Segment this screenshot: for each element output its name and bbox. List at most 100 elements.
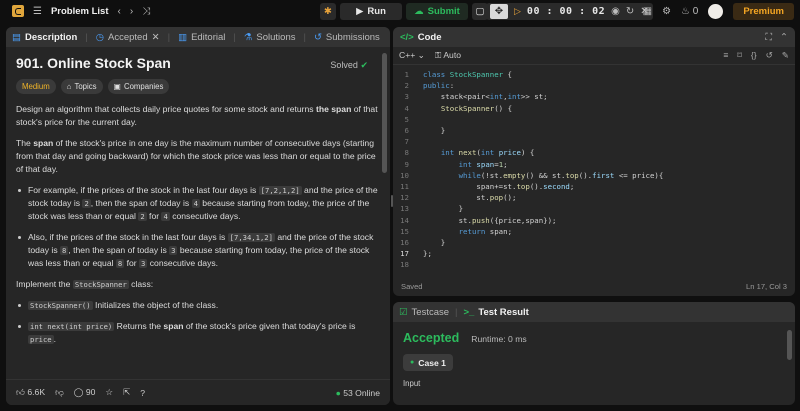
top-bar: ☰ Problem List ‹ › ⤨ ✱ ▶ Run ☁ Submit ▢ ✥ … (0, 0, 800, 22)
pass-dot-icon: ● (410, 359, 415, 366)
code-icon: </> (400, 31, 414, 43)
editor-header: </> Code ⛶ ⌃ (393, 27, 795, 47)
description-scrollbar[interactable] (382, 53, 387, 173)
cloud-upload-icon: ☁ (414, 5, 424, 17)
result-body: Accepted Runtime: 0 ms ● Case 1 Input (393, 322, 795, 397)
document-icon: ▤ (12, 31, 21, 43)
submit-button[interactable]: ☁ Submit (406, 2, 468, 20)
dislike-icon[interactable]: 👎︎ (55, 387, 64, 398)
case-1-tab[interactable]: ● Case 1 (403, 354, 453, 371)
collapse-icon[interactable]: ⌃ (780, 32, 788, 43)
language-select[interactable]: C++ ⌄ (399, 50, 425, 61)
timer: ✥ ▷ 00 : 00 : 02 ◉ ↻ ✕ (486, 2, 653, 20)
auto-mode[interactable]: ⚿ Auto (435, 50, 461, 61)
online-dot-icon: ● (335, 387, 341, 398)
comments-button[interactable]: ◯ 90 (74, 387, 96, 398)
logo-icon[interactable] (12, 5, 24, 17)
debug-button[interactable]: ✱ (320, 2, 336, 20)
input-label: Input (403, 379, 421, 388)
check-circle-icon: ✔ (360, 60, 368, 70)
bookmark-icon[interactable]: ⌑ (737, 50, 741, 61)
problem-description: 901. Online Stock Span Solved ✔ Medium ⌂… (6, 47, 390, 375)
implement-paragraph: Implement the StockSpanner class: (16, 279, 154, 289)
history-icon: ↺ (313, 31, 322, 43)
history-icon: ◷ (95, 31, 105, 43)
note-icon: ▢ (475, 5, 485, 17)
play-icon: ▶ (356, 5, 364, 17)
online-count: ● 53 Online (335, 387, 380, 398)
checkbox-icon: ☑ (399, 306, 408, 318)
reset-timer-icon[interactable]: ↻ (626, 6, 634, 17)
tab-accepted[interactable]: ◷ Accepted ✕ (96, 32, 160, 43)
comment-icon: ◯ (73, 387, 84, 397)
result-scrollbar[interactable] (787, 330, 792, 360)
difficulty-badge[interactable]: Medium (16, 79, 56, 94)
test-result-panel: ☑ Testcase | >_ Test Result Accepted Runti… (393, 302, 795, 405)
list-item: For example, if the prices of the stock … (16, 184, 380, 223)
close-tab-icon[interactable]: ✕ (152, 32, 160, 43)
next-problem-icon[interactable]: › (130, 6, 133, 17)
code-editor-panel: </> Code ⛶ ⌃ C++ ⌄ ⚿ Auto ≡ ⌑ {} ↺ ✎ 1 cl… (393, 27, 795, 296)
tab-submissions[interactable]: ↺ Submissions (314, 32, 380, 43)
streak-count: 0 (692, 5, 699, 17)
book-icon: ▥ (178, 31, 188, 43)
code-area[interactable]: 1 class StockSpanner { 2 public: 3 stack<p… (393, 65, 795, 270)
star-icon[interactable]: ☆ (105, 387, 113, 398)
runtime-value: Runtime: 0 ms (471, 334, 527, 344)
share-icon[interactable]: ⇱ (123, 387, 130, 398)
lock-icon: ⚿ (434, 50, 442, 60)
editor-toolbar: C++ ⌄ ⚿ Auto ≡ ⌑ {} ↺ ✎ (393, 47, 795, 65)
editor-title: Code (417, 31, 442, 43)
cursor-position: Ln 17, Col 3 (746, 281, 787, 291)
prev-problem-icon[interactable]: ‹ (118, 6, 121, 17)
span-definition: The span of the stock's price in one day… (16, 138, 376, 174)
shuffle-icon[interactable]: ⤨ (142, 6, 150, 17)
tab-description[interactable]: ▤ Description (12, 32, 77, 43)
topics-chip[interactable]: ⌂ Topics (60, 79, 103, 94)
intro-paragraph: Design an algorithm that collects daily … (16, 104, 378, 127)
example-list: For example, if the prices of the stock … (16, 184, 380, 270)
expand-icon[interactable]: ⛶ (765, 32, 772, 43)
layout-icon[interactable]: ▦ (643, 6, 652, 17)
avatar[interactable] (708, 3, 724, 19)
tab-test-result[interactable]: >_ Test Result (464, 307, 529, 318)
bug-icon: ✱ (324, 5, 332, 17)
thumbs-up-icon: 👍︎ (16, 387, 25, 397)
streak-flame-icon[interactable]: ♨ 0 (681, 6, 698, 17)
chevron-down-icon: ⌄ (417, 50, 425, 60)
page-title: 901. Online Stock Span (16, 55, 171, 71)
description-panel: ▤ Description | ◷ Accepted ✕ | ▥ Editorial |… (6, 27, 390, 405)
left-tabbar: ▤ Description | ◷ Accepted ✕ | ▥ Editorial |… (6, 27, 390, 47)
save-status: Saved (401, 281, 423, 291)
tab-editorial[interactable]: ▥ Editorial (178, 32, 225, 43)
timer-value: 00 : 00 : 02 (526, 5, 606, 17)
premium-button[interactable]: Premium (733, 2, 794, 20)
help-icon[interactable]: ? (140, 388, 145, 398)
companies-chip[interactable]: ▣ Companies (107, 79, 170, 94)
timer-play-icon[interactable]: ▷ (514, 6, 521, 17)
tag-icon: ⌂ (66, 82, 72, 91)
terminal-icon: >_ (463, 306, 475, 318)
editor-status-bar: Saved Ln 17, Col 3 (393, 276, 795, 296)
result-tabbar: ☑ Testcase | >_ Test Result (393, 302, 795, 322)
eye-icon[interactable]: ◉ (611, 6, 620, 17)
run-button[interactable]: ▶ Run (340, 2, 402, 20)
list-item: int next(int price) Returns the span of … (16, 320, 380, 346)
problem-list-link[interactable]: Problem List (51, 6, 109, 17)
format-icon[interactable]: ≡ (723, 50, 728, 61)
tab-testcase[interactable]: ☑ Testcase (399, 307, 449, 318)
description-footer: 👍︎ 6.6K 👎︎ ◯ 90 ☆ ⇱ ? ● 53 Online (6, 379, 390, 405)
tab-solutions[interactable]: ⚗ Solutions (244, 32, 296, 43)
building-icon: ▣ (113, 82, 121, 91)
braces-icon[interactable]: {} (751, 50, 757, 61)
reset-code-icon[interactable]: ↺ (766, 50, 773, 61)
like-button[interactable]: 👍︎ 6.6K (16, 387, 45, 398)
drag-handle-icon[interactable]: ✥ (490, 3, 508, 19)
list-icon[interactable]: ☰ (33, 6, 42, 17)
flask-icon: ⚗ (243, 31, 253, 43)
method-list: StockSpanner() Initializes the object of… (16, 299, 380, 346)
list-item: StockSpanner() Initializes the object of… (16, 299, 380, 312)
settings-gear-icon[interactable]: ⚙ (662, 6, 671, 17)
settings-icon[interactable]: ✎ (782, 50, 789, 61)
solved-badge: Solved ✔ (330, 60, 368, 70)
